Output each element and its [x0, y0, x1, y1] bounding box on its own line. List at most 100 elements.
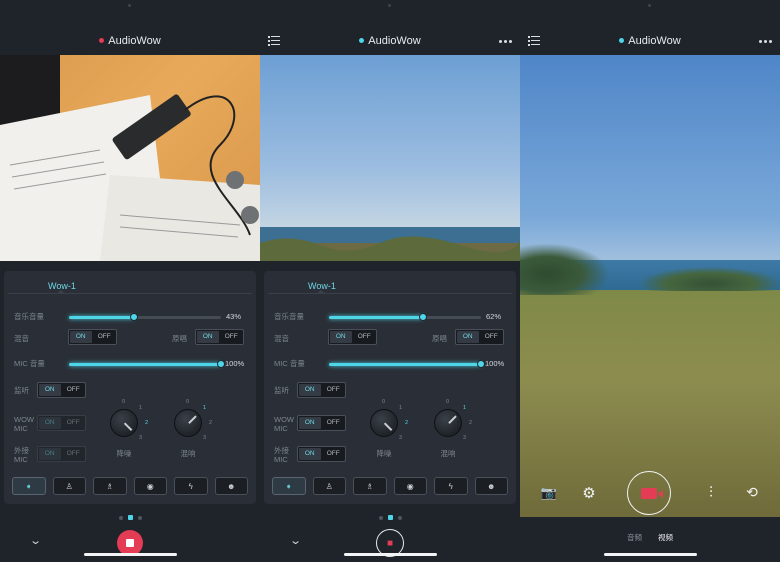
toggle-on: ON	[39, 417, 61, 429]
toggle-off: OFF	[66, 386, 80, 393]
slider-thumb[interactable]	[217, 360, 225, 368]
mic-volume-slider[interactable]	[329, 360, 485, 368]
camera-viewfinder[interactable]	[520, 55, 780, 517]
lightning-icon[interactable]: ϟ	[434, 477, 468, 495]
camera-notch	[648, 4, 651, 7]
person-alt-icon[interactable]: ♗	[93, 477, 127, 495]
lightning-icon[interactable]: ϟ	[174, 477, 208, 495]
page-dot-current[interactable]	[127, 515, 133, 520]
screen-camera: AudioWow 📷 ⚙ ⫶ ⟲ 音频 视频	[520, 0, 780, 562]
flip-camera-icon[interactable]: ⟲	[742, 484, 762, 501]
header: AudioWow	[260, 0, 520, 55]
photo-camera-icon[interactable]: 📷	[539, 485, 559, 501]
person-icon[interactable]: ♙	[52, 477, 86, 495]
status-dot	[619, 38, 625, 43]
knob-tick: 1	[399, 405, 403, 411]
toggle-on: ON	[457, 331, 479, 343]
knob-tick: 2	[469, 420, 473, 426]
app-title: AudioWow	[0, 35, 260, 47]
music-volume-slider[interactable]	[329, 313, 481, 321]
mode-audio[interactable]: 音频	[627, 533, 642, 542]
speaker-icon[interactable]: ➧	[12, 477, 46, 495]
original-label: 原唱	[172, 334, 187, 343]
knob-tick: 0	[186, 399, 190, 405]
noise-reduction-knob[interactable]	[110, 409, 138, 437]
app-title-text: AudioWow	[368, 35, 421, 47]
toggle-on: ON	[299, 448, 321, 460]
reverb-toggle[interactable]: ON OFF	[68, 329, 117, 345]
preview-illustration	[0, 55, 260, 261]
knob-tick: 0	[382, 399, 386, 405]
slider-fill	[69, 363, 221, 366]
robot-icon[interactable]: ☻	[474, 477, 508, 495]
slider-thumb[interactable]	[419, 313, 428, 321]
page-dot[interactable]	[397, 515, 402, 520]
toggle-off: OFF	[326, 450, 340, 457]
settings-gear-icon[interactable]: ⚙	[579, 484, 599, 502]
ext-mic-toggle[interactable]: ON OFF	[37, 446, 86, 462]
toggle-on: ON	[70, 331, 92, 343]
knob-pointer	[188, 415, 197, 424]
page-dot-current[interactable]	[387, 515, 393, 520]
toggle-off: OFF	[326, 419, 340, 426]
ext-mic-toggle[interactable]: ON OFF	[297, 446, 346, 462]
chevron-down-icon[interactable]: ⌄	[289, 534, 302, 547]
slider-thumb[interactable]	[477, 360, 485, 368]
home-indicator	[604, 553, 697, 556]
mask-icon[interactable]: ◉	[393, 477, 427, 495]
mic-volume-label: MIC 音量	[14, 359, 45, 368]
mixer-panel: Wow-1 音乐音量 43% 混音 ON OFF 原唱 ON OFF MIC 音量 …	[4, 271, 256, 504]
video-shutter-button[interactable]	[627, 471, 671, 515]
echo-knob[interactable]	[434, 409, 462, 437]
viewfinder-trees	[640, 267, 780, 291]
header: AudioWow	[0, 0, 260, 55]
speaker-icon[interactable]: ➧	[272, 477, 306, 495]
reverb-toggle[interactable]: ON OFF	[328, 329, 377, 345]
page-dot[interactable]	[378, 515, 383, 520]
wow-mic-toggle[interactable]: ON OFF	[37, 415, 86, 431]
noise-reduction-label: 降噪	[116, 449, 132, 458]
echo-label: 混响	[440, 449, 456, 458]
original-label: 原唱	[432, 334, 447, 343]
slider-fill	[329, 316, 424, 319]
toggle-on: ON	[197, 331, 219, 343]
mic-volume-slider[interactable]	[69, 360, 225, 368]
mic-volume-value: 100%	[485, 359, 505, 368]
slider-fill	[329, 363, 481, 366]
wow-mic-toggle[interactable]: ON OFF	[297, 415, 346, 431]
echo-knob[interactable]	[174, 409, 202, 437]
knob-tick: 3	[399, 435, 403, 441]
page-dot[interactable]	[137, 515, 142, 520]
slider-fill	[69, 316, 135, 319]
knob-tick: 1	[463, 405, 467, 411]
preview-illustration	[260, 227, 520, 261]
knob-tick: 3	[203, 435, 207, 441]
status-dot	[99, 38, 105, 43]
slider-thumb[interactable]	[130, 313, 139, 321]
equalizer-icon[interactable]: ⫶	[701, 484, 721, 501]
mask-icon[interactable]: ◉	[133, 477, 167, 495]
more-options-icon[interactable]	[499, 40, 512, 43]
robot-icon[interactable]: ☻	[214, 477, 248, 495]
person-alt-icon[interactable]: ♗	[353, 477, 387, 495]
knob-tick: 1	[203, 405, 207, 411]
mode-video[interactable]: 视频	[658, 533, 673, 542]
monitor-toggle[interactable]: ON OFF	[297, 382, 346, 398]
preset-buttons: ➧ ♙ ♗ ◉ ϟ ☻	[272, 477, 508, 495]
more-options-icon[interactable]	[759, 40, 772, 43]
monitor-toggle[interactable]: ON OFF	[37, 382, 86, 398]
noise-reduction-label: 降噪	[376, 449, 392, 458]
reverb-label: 混音	[274, 334, 289, 343]
noise-reduction-knob[interactable]	[370, 409, 398, 437]
knob-tick: 3	[139, 435, 143, 441]
person-icon[interactable]: ♙	[312, 477, 346, 495]
original-toggle[interactable]: ON OFF	[455, 329, 504, 345]
original-toggle[interactable]: ON OFF	[195, 329, 244, 345]
stop-icon	[126, 539, 134, 547]
music-volume-value: 43%	[226, 312, 242, 321]
page-dot[interactable]	[118, 515, 123, 520]
music-volume-slider[interactable]	[69, 313, 221, 321]
knob-tick: 3	[463, 435, 467, 441]
tab-divider	[8, 293, 252, 294]
chevron-down-icon[interactable]: ⌄	[29, 534, 42, 547]
